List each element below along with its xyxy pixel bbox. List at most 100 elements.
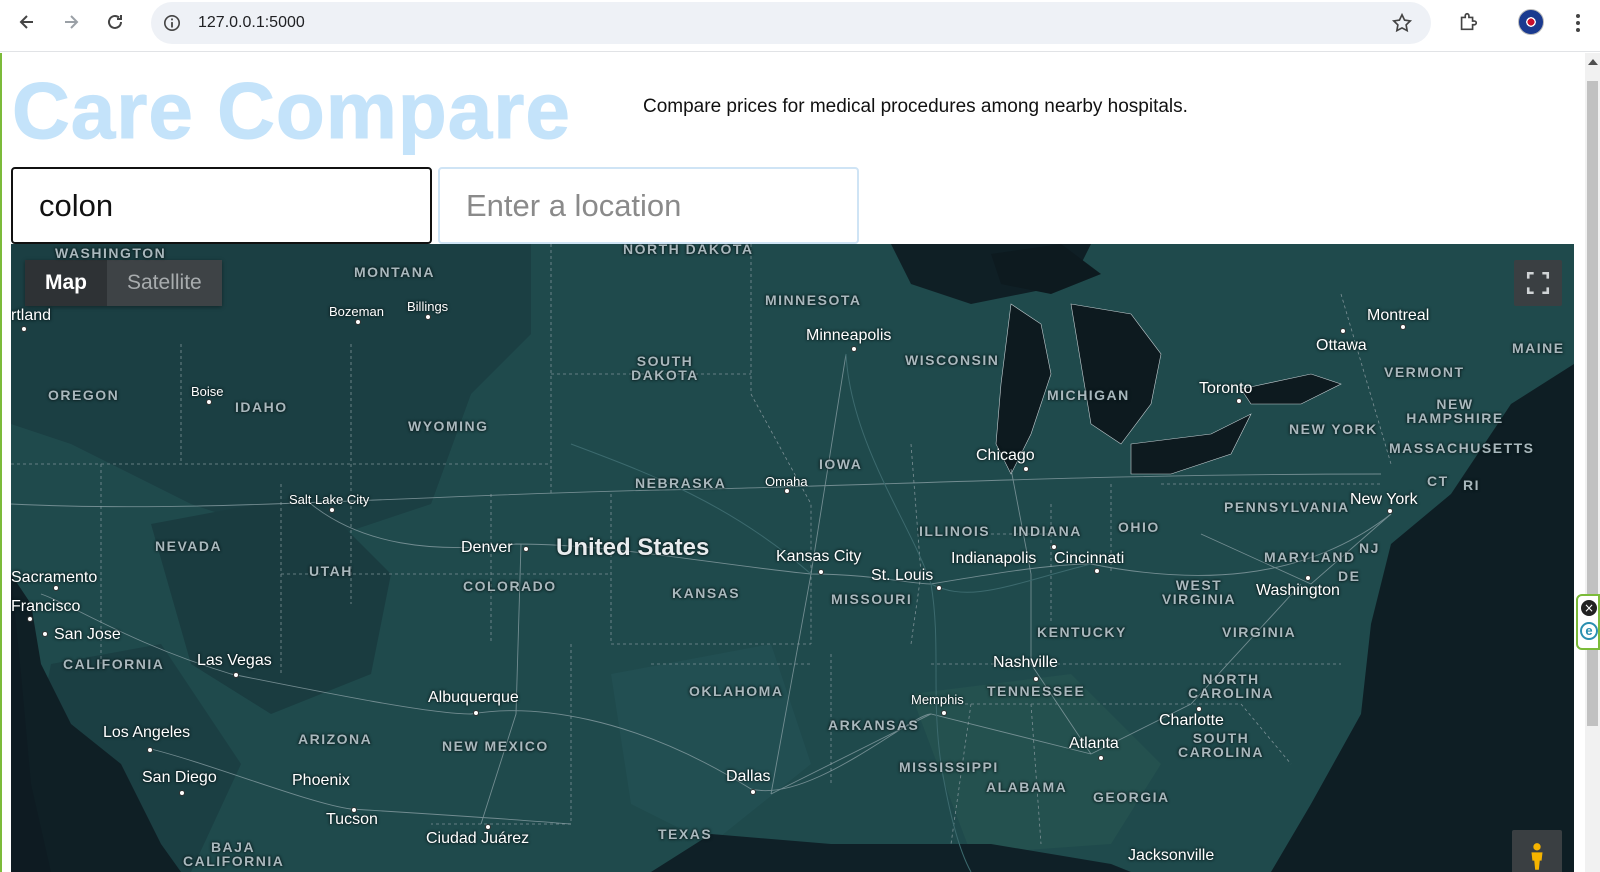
city-label: Minneapolis (806, 327, 892, 344)
forward-arrow-icon (65, 15, 79, 29)
city-marker (21, 326, 27, 332)
procedure-search-input[interactable] (11, 167, 432, 244)
city-label: Memphis (911, 692, 964, 707)
back-arrow-icon (19, 15, 33, 29)
city-marker (1033, 676, 1039, 682)
page-content: Care Compare Compare prices for medical … (0, 53, 1585, 872)
city-label: Jacksonville (1128, 847, 1215, 864)
state-label: NORTH DAKOTA (623, 244, 754, 257)
browser-toolbar: 127.0.0.1:5000 (0, 0, 1600, 52)
location-input[interactable] (438, 167, 859, 244)
city-marker (750, 789, 756, 795)
state-label: WISCONSIN (905, 352, 1000, 368)
city-marker (147, 747, 153, 753)
extensions-button[interactable] (1452, 6, 1484, 38)
state-label: IDAHO (235, 399, 288, 415)
city-marker (329, 507, 335, 513)
city-label: Ciudad Juárez (426, 830, 530, 847)
page-scrollbar[interactable] (1585, 53, 1600, 872)
state-label: SOUTH CAROLINA (1178, 730, 1264, 760)
city-marker (473, 710, 479, 716)
city-marker (233, 672, 239, 678)
city-marker (1094, 568, 1100, 574)
state-label: NJ (1359, 540, 1380, 556)
state-label: WEST VIRGINIA (1161, 577, 1237, 607)
browser-menu-button[interactable] (1566, 8, 1590, 38)
close-icon[interactable]: × (1581, 600, 1597, 616)
street-view-pegman-button[interactable] (1512, 830, 1562, 872)
state-label: INDIANA (1013, 523, 1082, 539)
map-type-control: Map Satellite (25, 260, 222, 306)
map-type-map-button[interactable]: Map (25, 260, 107, 306)
state-label: MISSOURI (831, 591, 913, 607)
state-label: SOUTH DAKOTA (631, 353, 699, 383)
city-marker (355, 319, 361, 325)
city-label: Cincinnati (1054, 550, 1125, 567)
city-marker (1023, 466, 1029, 472)
bookmark-star-icon[interactable] (1389, 10, 1415, 36)
state-label: MINNESOTA (765, 292, 862, 308)
scroll-up-arrow-icon[interactable] (1588, 59, 1598, 65)
map-type-satellite-button[interactable]: Satellite (107, 260, 222, 306)
state-label: NEW HAMPSHIRE (1406, 396, 1504, 426)
state-label: MARYLAND (1264, 549, 1356, 565)
city-label: Denver (461, 539, 513, 556)
state-label: TEXAS (658, 826, 713, 842)
state-label: OREGON (48, 387, 120, 403)
city-marker (523, 546, 529, 552)
city-marker (818, 569, 824, 575)
city-label: New York (1350, 491, 1418, 508)
state-label: NEW YORK (1289, 421, 1378, 437)
city-marker (1340, 328, 1346, 334)
city-label: Omaha (765, 474, 808, 489)
puzzle-icon (1460, 12, 1478, 31)
state-label: NEBRASKA (635, 475, 727, 491)
fullscreen-button[interactable] (1514, 260, 1562, 306)
city-label: Dallas (726, 768, 771, 785)
profile-avatar[interactable] (1518, 9, 1544, 35)
city-label: Atlanta (1069, 735, 1119, 752)
city-marker (179, 790, 185, 796)
state-label: UTAH (309, 563, 353, 579)
state-label: IOWA (819, 456, 863, 472)
state-label: OHIO (1118, 519, 1160, 535)
forward-button[interactable] (55, 6, 87, 38)
state-label: MONTANA (354, 264, 436, 280)
state-label: PENNSYLVANIA (1224, 499, 1350, 515)
city-marker (1098, 755, 1104, 761)
extension-e-icon[interactable]: e (1580, 622, 1598, 640)
city-label: Billings (407, 299, 449, 314)
city-label: Washington (1256, 582, 1340, 599)
city-label: San Jose (54, 626, 121, 643)
page-tagline: Compare prices for medical procedures am… (643, 96, 1188, 117)
back-button[interactable] (11, 6, 43, 38)
city-marker (27, 616, 33, 622)
address-bar[interactable]: 127.0.0.1:5000 (151, 2, 1431, 44)
city-label: Phoenix (292, 772, 350, 789)
city-label: Charlotte (1159, 712, 1224, 729)
reload-icon (108, 14, 122, 29)
state-label: KENTUCKY (1037, 624, 1127, 640)
map-view[interactable]: Map Satellite WASHINGTON MONTANA NORTH D… (11, 244, 1574, 872)
city-label: Montreal (1367, 307, 1430, 324)
state-label: RI (1463, 477, 1480, 493)
site-info-icon[interactable] (161, 12, 183, 34)
city-label: Francisco (11, 598, 81, 615)
city-label: Nashville (993, 654, 1058, 671)
state-label: MISSISSIPPI (899, 759, 999, 775)
city-label: Toronto (1199, 380, 1253, 397)
city-label: St. Louis (871, 567, 934, 584)
city-label: Indianapolis (951, 550, 1037, 567)
state-label: CT (1427, 473, 1449, 489)
city-label: Salt Lake City (289, 492, 370, 507)
state-label: NEW MEXICO (442, 738, 549, 754)
state-label: DE (1338, 568, 1361, 584)
city-marker (936, 585, 942, 591)
extension-side-widget: × e (1576, 594, 1600, 650)
city-marker (1236, 398, 1242, 404)
city-marker (1305, 575, 1311, 581)
city-marker (425, 314, 431, 320)
city-label: Ottawa (1316, 337, 1367, 354)
state-label: OKLAHOMA (689, 683, 784, 699)
reload-button[interactable] (99, 6, 131, 38)
